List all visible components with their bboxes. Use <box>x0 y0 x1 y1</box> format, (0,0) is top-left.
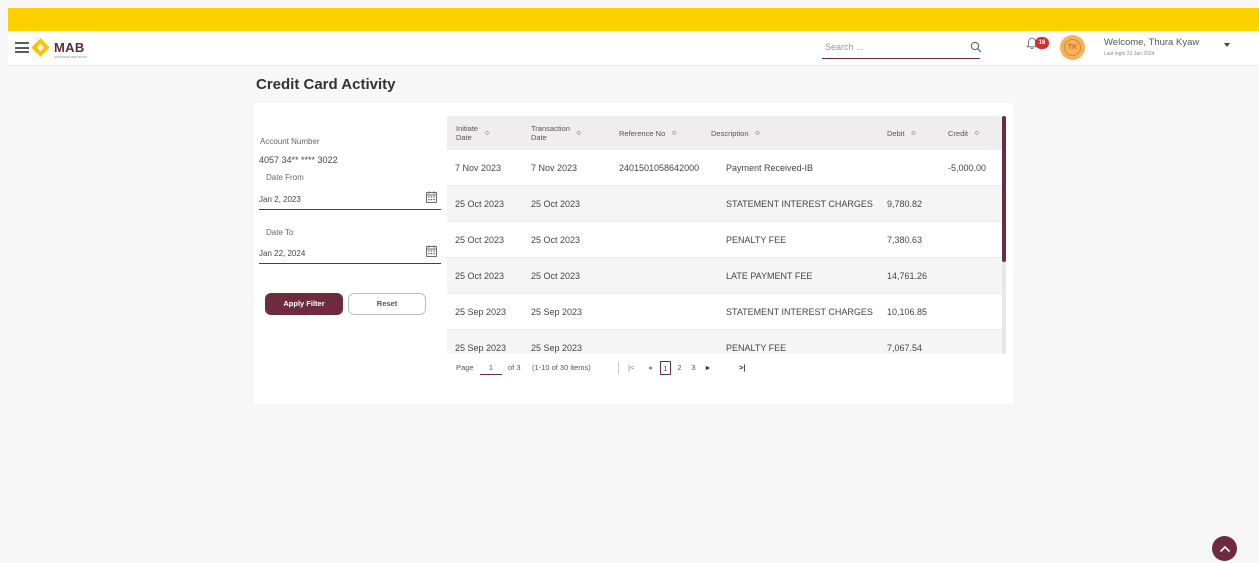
cell-description: Payment Received-IB <box>726 163 814 173</box>
cell-debit: 7,067.54 <box>887 343 923 353</box>
column-header-credit[interactable]: Credit ≎ <box>948 116 980 150</box>
cell-description: PENALTY FEE <box>726 343 787 353</box>
date-to-label: Date To <box>266 228 294 237</box>
table-header: Initiate Date ≎ Transaction Date ≎ Referen… <box>447 116 1003 150</box>
column-header-label: Transaction <box>531 124 570 133</box>
table-row[interactable]: 25 Oct 2023 25 Oct 2023 LATE PAYMENT FEE… <box>447 258 1003 294</box>
table-row[interactable]: 25 Oct 2023 25 Oct 2023 PENALTY FEE 7,38… <box>447 222 1003 258</box>
column-header-description[interactable]: Description ≎ <box>711 116 760 150</box>
scroll-to-top-button[interactable] <box>1212 536 1237 561</box>
cell-description: STATEMENT INTEREST CHARGES <box>726 307 873 317</box>
search-box <box>822 37 982 59</box>
cell-initiate-date: 7 Nov 2023 <box>455 163 502 173</box>
cell-transaction-date: 7 Nov 2023 <box>531 163 578 173</box>
cell-transaction-date: 25 Oct 2023 <box>531 235 581 245</box>
cell-transaction-date: 25 Sep 2023 <box>531 307 583 317</box>
page-button-1[interactable]: 1 <box>660 361 671 375</box>
chevron-down-icon[interactable] <box>1224 43 1230 47</box>
cell-debit: 7,380.63 <box>887 235 923 245</box>
sort-icon: ≎ <box>575 129 582 137</box>
cell-reference-no: 2401501058642000 <box>619 163 700 173</box>
cell-debit: 9,780.82 <box>887 199 923 209</box>
logo-mark-icon <box>31 38 50 57</box>
page-title: Credit Card Activity <box>256 76 396 93</box>
account-number-value: 4057 34** **** 3022 <box>259 155 338 165</box>
column-header-reference-no[interactable]: Reference No ≎ <box>619 116 677 150</box>
chevron-up-icon <box>1219 545 1230 552</box>
column-header-debit[interactable]: Debit ≎ <box>887 116 916 150</box>
sort-icon: ≎ <box>974 129 980 137</box>
scrollbar-thumb[interactable] <box>1002 116 1006 262</box>
cell-initiate-date: 25 Sep 2023 <box>455 307 507 317</box>
page-number-input[interactable]: 1 <box>480 361 502 375</box>
items-count-text: (1-10 of 30 items) <box>532 363 591 372</box>
table-scrollbar[interactable] <box>1002 116 1006 354</box>
sort-icon: ≎ <box>910 129 917 137</box>
page-button-2[interactable]: 2 <box>674 361 685 375</box>
cell-description: STATEMENT INTEREST CHARGES <box>726 199 873 209</box>
account-number-label: Account Number <box>260 137 320 146</box>
hamburger-menu-icon[interactable] <box>15 42 29 53</box>
cell-debit: 10,106.85 <box>887 307 928 317</box>
cell-transaction-date: 25 Oct 2023 <box>531 199 581 209</box>
sort-icon: ≎ <box>754 129 761 137</box>
first-page-icon[interactable]: |< <box>628 361 634 375</box>
column-header-initiate-date[interactable]: Initiate Date ≎ <box>456 116 490 150</box>
cell-initiate-date: 25 Oct 2023 <box>455 199 505 209</box>
table-row[interactable]: 25 Oct 2023 25 Oct 2023 STATEMENT INTERE… <box>447 186 1003 222</box>
search-icon[interactable] <box>970 41 982 53</box>
calendar-icon[interactable] <box>426 245 437 257</box>
sort-icon: ≎ <box>671 129 678 137</box>
page-of-text: of 3 <box>508 363 521 372</box>
sort-icon: ≎ <box>484 129 490 137</box>
logo-text: MAB <box>54 40 85 55</box>
avatar-initials: TK <box>1064 39 1081 56</box>
cell-initiate-date: 25 Oct 2023 <box>455 235 505 245</box>
column-header-label: Credit <box>948 128 969 138</box>
search-input[interactable] <box>822 37 952 57</box>
column-header-label: Debit <box>887 128 905 138</box>
cell-transaction-date: 25 Sep 2023 <box>531 343 583 353</box>
date-to-value: Jan 22, 2024 <box>259 249 306 258</box>
transactions-table: Initiate Date ≎ Transaction Date ≎ Referen… <box>447 116 1003 354</box>
last-login-text: Last login 22 Jan 2024. <box>1104 51 1156 57</box>
next-page-icon[interactable]: ▸ <box>706 361 710 375</box>
top-accent-bar <box>8 8 1259 31</box>
cell-credit: -5,000.00 <box>948 163 987 173</box>
table-row[interactable]: 25 Sep 2023 25 Sep 2023 PENALTY FEE 7,06… <box>447 330 1003 354</box>
welcome-text: Welcome, Thura Kyaw <box>1104 37 1200 48</box>
column-header-label: Description <box>711 128 749 138</box>
table-row[interactable]: 25 Sep 2023 25 Sep 2023 STATEMENT INTERE… <box>447 294 1003 330</box>
page-button-3[interactable]: 3 <box>688 361 699 375</box>
page-label: Page <box>456 363 474 372</box>
pagination-divider <box>618 362 619 374</box>
date-from-label: Date From <box>266 173 304 182</box>
last-page-icon[interactable]: >| <box>739 361 745 375</box>
date-from-field[interactable]: Jan 2, 2023 <box>259 190 441 210</box>
calendar-icon[interactable] <box>426 191 437 203</box>
apply-filter-button[interactable]: Apply Filter <box>265 293 343 315</box>
date-to-field[interactable]: Jan 22, 2024 <box>259 244 441 264</box>
cell-description: PENALTY FEE <box>726 235 787 245</box>
avatar[interactable]: TK <box>1060 35 1085 60</box>
column-header-label: Initiate <box>456 124 479 133</box>
bank-logo[interactable]: MAB MYANMAR APEX BANK <box>31 38 93 60</box>
column-header-label: Date <box>456 133 472 142</box>
date-from-value: Jan 2, 2023 <box>259 195 301 204</box>
cell-initiate-date: 25 Sep 2023 <box>455 343 507 353</box>
column-header-label: Reference No <box>619 128 666 138</box>
cell-transaction-date: 25 Oct 2023 <box>531 271 581 281</box>
logo-tagline: MYANMAR APEX BANK <box>54 55 87 59</box>
prev-page-icon[interactable]: ◂ <box>648 361 652 375</box>
column-header-label: Date <box>531 133 547 142</box>
top-navigation-bar: MAB MYANMAR APEX BANK 16 TK Welcome, Thu… <box>8 31 1259 66</box>
cell-initiate-date: 25 Oct 2023 <box>455 271 505 281</box>
reset-button[interactable]: Reset <box>348 293 426 315</box>
column-header-transaction-date[interactable]: Transaction Date ≎ <box>531 116 582 150</box>
cell-description: LATE PAYMENT FEE <box>726 271 813 281</box>
cell-debit: 14,761.26 <box>887 271 928 281</box>
notification-badge[interactable]: 16 <box>1035 37 1049 49</box>
table-row[interactable]: 7 Nov 2023 7 Nov 2023 2401501058642000 P… <box>447 150 1003 186</box>
